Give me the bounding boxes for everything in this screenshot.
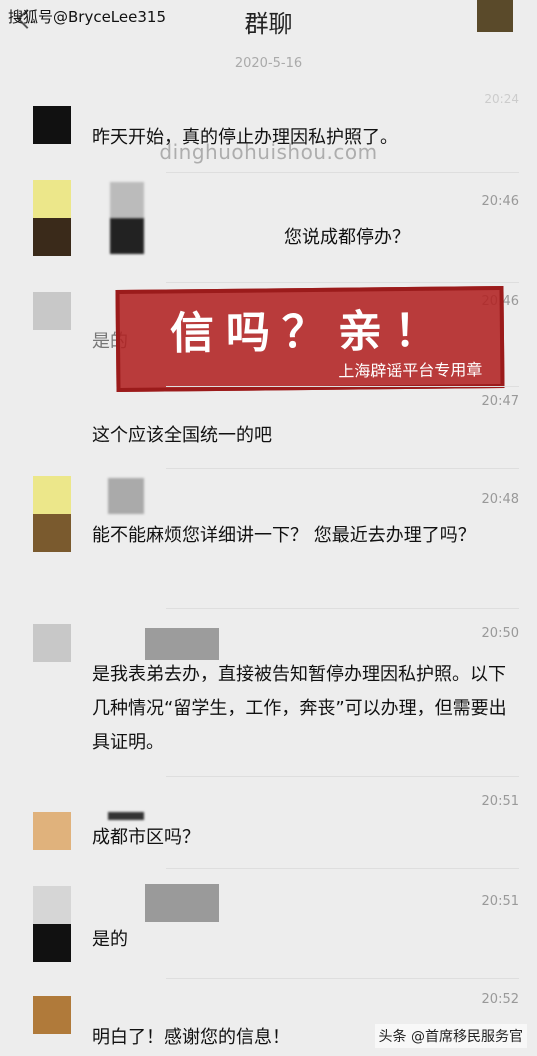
message-text: 这个应该全国统一的吧 xyxy=(92,425,272,446)
message-time: 20:51 xyxy=(481,894,519,909)
message-time: 20:48 xyxy=(481,492,519,507)
divider xyxy=(166,172,519,173)
site-watermark: dinghuohuishou.com xyxy=(159,140,378,164)
message-time: 20:46 xyxy=(481,194,519,209)
nickname-blur xyxy=(145,884,219,922)
bottom-watermark: 头条 @首席移民服务官 xyxy=(374,1024,527,1048)
message-time: 20:52 xyxy=(481,992,519,1007)
message-time: 20:50 xyxy=(481,626,519,641)
nickname-blur xyxy=(110,218,144,254)
divider xyxy=(166,282,519,283)
stamp-caption: 上海辟谣平台专用章 xyxy=(338,360,483,381)
nickname-blur xyxy=(110,182,144,218)
debunk-stamp: 信吗？亲！ 上海辟谣平台专用章 xyxy=(115,285,505,393)
group-avatar[interactable] xyxy=(477,0,513,32)
message-text: 您说成都停办？ xyxy=(284,227,410,248)
avatar[interactable] xyxy=(33,886,71,962)
message-text: 是的 xyxy=(92,929,128,950)
avatar[interactable] xyxy=(33,180,71,256)
nickname-blur xyxy=(108,812,144,820)
message-text: 能不能麻烦您详细讲一下？ 您最近去办理了吗？ xyxy=(92,525,476,546)
divider xyxy=(166,468,519,469)
avatar[interactable] xyxy=(33,476,71,552)
divider xyxy=(166,386,519,387)
date-divider: 2020-5-16 xyxy=(234,56,303,71)
avatar[interactable] xyxy=(33,812,71,850)
divider xyxy=(166,776,519,777)
message-text: 成都市区吗？ xyxy=(92,827,200,848)
avatar[interactable] xyxy=(33,106,71,144)
divider xyxy=(166,978,519,979)
message-time: 20:51 xyxy=(481,794,519,809)
avatar[interactable] xyxy=(33,996,71,1034)
nickname-blur xyxy=(145,628,219,660)
nickname-blur xyxy=(108,478,144,514)
divider xyxy=(166,868,519,869)
message-text: 是我表弟去办，直接被告知暂停办理因私护照。以下几种情况“留学生，工作，奔丧”可以… xyxy=(92,664,507,753)
avatar[interactable] xyxy=(33,292,71,330)
message-time: 20:47 xyxy=(481,394,519,409)
divider xyxy=(166,608,519,609)
avatar[interactable] xyxy=(33,624,71,662)
faded-timestamp: 20:24 xyxy=(484,92,519,106)
top-bar: 搜狐号@BryceLee315 群聊 xyxy=(0,0,537,44)
chat-title: 群聊 xyxy=(244,10,293,38)
stamp-headline: 信吗？亲！ xyxy=(169,305,451,360)
